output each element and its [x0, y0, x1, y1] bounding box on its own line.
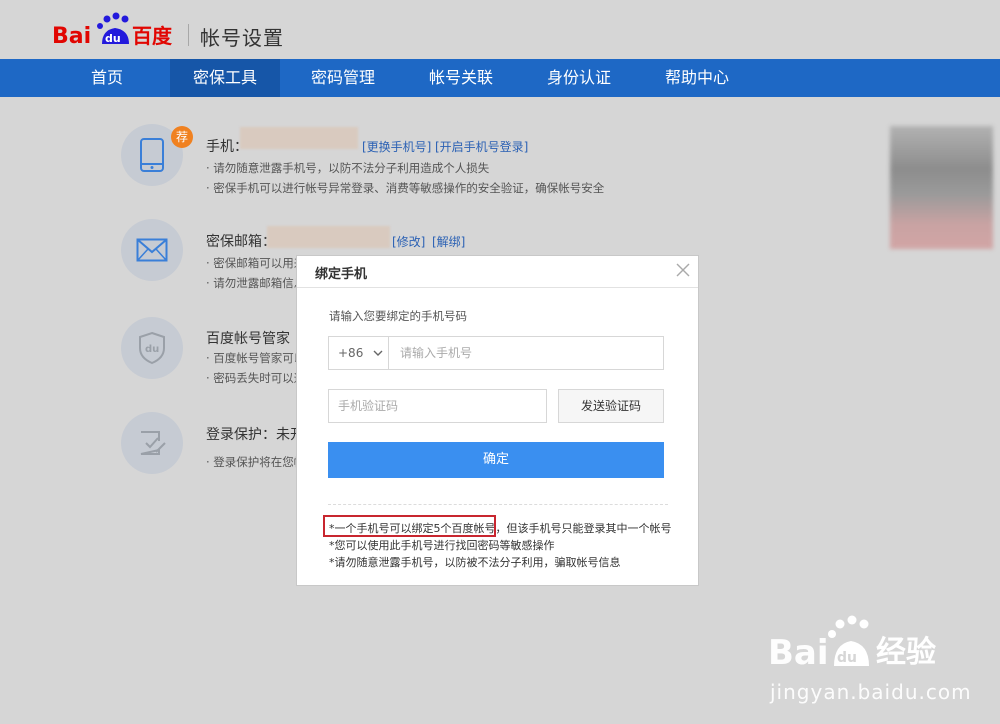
baidu-logo[interactable]: Bai du 百度 [52, 10, 176, 50]
nav-item-account-link[interactable]: 帐号关联 [408, 59, 514, 97]
header-divider [188, 24, 189, 46]
note-2: *您可以使用此手机号进行找回密码等敏感操作 [329, 539, 555, 552]
change-phone-link[interactable]: [更换手机号] [362, 138, 431, 155]
nav-item-identity[interactable]: 身份认证 [526, 59, 632, 97]
country-code-value: +86 [338, 346, 364, 360]
svg-text:Bai: Bai [768, 633, 829, 673]
dialog-title: 绑定手机 [315, 267, 368, 282]
close-icon[interactable] [674, 261, 692, 279]
country-code-select[interactable]: +86 [329, 337, 389, 369]
main-nav: 首页 密保工具 密码管理 帐号关联 身份认证 帮助中心 [0, 59, 1000, 97]
user-avatar [890, 126, 993, 249]
nav-item-help[interactable]: 帮助中心 [644, 59, 750, 97]
dialog-prompt: 请输入您要绑定的手机号码 [329, 309, 467, 323]
login-protect-title: 登录保护：未开 [206, 427, 304, 443]
email-icon [121, 219, 183, 281]
bind-phone-dialog: 绑定手机 请输入您要绑定的手机号码 +86 发送验证码 确定 *一个手机号可以绑… [296, 255, 699, 586]
nav-item-security-tools[interactable]: 密保工具 [170, 59, 280, 97]
note-highlight-box [323, 515, 496, 537]
account-guard-desc-2: · 密码丢失时可以通 [206, 371, 306, 385]
modify-email-link[interactable]: [修改] [392, 233, 425, 250]
chevron-down-icon [373, 350, 383, 356]
baidu-jingyan-watermark: Bai du 经验 [768, 614, 948, 680]
email-desc-2: · 请勿泄露邮箱信息 [206, 276, 306, 290]
watermark-url: jingyan.baidu.com [770, 680, 972, 704]
dialog-divider [328, 504, 668, 505]
verification-code-input[interactable] [328, 389, 547, 423]
email-redacted [267, 226, 390, 248]
svg-text:du: du [145, 344, 159, 355]
svg-text:du: du [837, 650, 857, 666]
phone-field-group: +86 [328, 336, 664, 370]
header: Bai du 百度 帐号设置 [0, 0, 1000, 59]
send-code-button[interactable]: 发送验证码 [558, 389, 664, 423]
account-guard-desc-1: · 百度帐号管家可以 [206, 351, 306, 365]
nav-item-home[interactable]: 首页 [56, 59, 158, 97]
dialog-header: 绑定手机 [297, 256, 698, 288]
svg-text:经验: 经验 [876, 635, 936, 670]
svg-text:Bai: Bai [52, 24, 91, 49]
page-title: 帐号设置 [200, 26, 284, 50]
login-protect-desc-1: · 登录保护将在您帐 [206, 455, 306, 469]
account-guard-title: 百度帐号管家 [206, 331, 290, 347]
phone-number-redacted [240, 127, 358, 149]
note-3: *请勿随意泄露手机号，以防被不法分子利用，骗取帐号信息 [329, 556, 621, 569]
unbind-email-link[interactable]: [解绑] [432, 233, 465, 250]
nav-item-password[interactable]: 密码管理 [290, 59, 396, 97]
shield-du-icon: du [121, 317, 183, 379]
phone-desc-2: · 密保手机可以进行帐号异常登录、消费等敏感操作的安全验证，确保帐号安全 [206, 181, 605, 195]
email-desc-1: · 密保邮箱可以用来 [206, 256, 306, 270]
email-row-title: 密保邮箱： [206, 234, 276, 250]
phone-number-input[interactable] [390, 337, 663, 369]
recommend-badge: 荐 [171, 126, 193, 148]
phone-desc-1: · 请勿随意泄露手机号，以防不法分子利用造成个人损失 [206, 161, 490, 175]
enable-phone-login-link[interactable]: [开启手机号登录] [435, 138, 528, 155]
confirm-button[interactable]: 确定 [328, 442, 664, 478]
login-protect-icon [121, 412, 183, 474]
svg-text:du: du [105, 32, 121, 45]
svg-text:百度: 百度 [132, 24, 173, 48]
